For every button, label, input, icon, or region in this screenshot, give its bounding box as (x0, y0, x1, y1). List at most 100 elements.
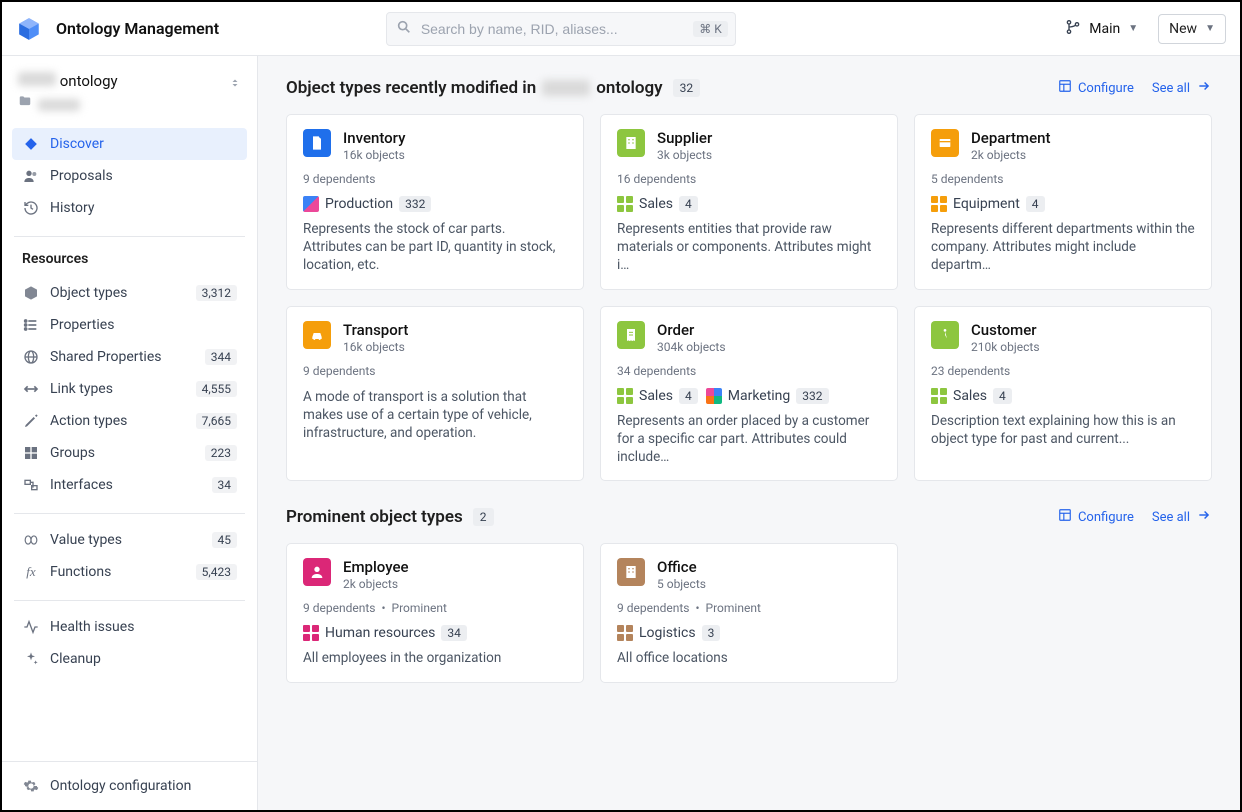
tag[interactable]: Logistics3 (617, 625, 720, 641)
tag-count: 332 (399, 196, 431, 212)
tag[interactable]: Sales 4 (931, 388, 1012, 404)
arrows-icon (22, 380, 40, 398)
gear-icon (22, 777, 40, 795)
tag-label: Logistics (639, 625, 696, 641)
tag[interactable]: Marketing332 (706, 388, 829, 404)
card-title: Inventory (343, 129, 405, 147)
tag[interactable]: Human resources34 (303, 625, 467, 641)
sidebar-item-properties[interactable]: Properties (12, 309, 247, 341)
building-icon (617, 129, 645, 157)
tag-count: 34 (441, 625, 467, 641)
card-subtitle: 2k objects (343, 577, 409, 591)
sidebar-item-ontology-configuration[interactable]: Ontology configuration (12, 770, 247, 802)
tag-icon (706, 388, 722, 404)
sort-icon[interactable] (229, 76, 241, 94)
tag[interactable]: Production 332 (303, 196, 431, 212)
tag-label: Production (325, 196, 393, 212)
sidebar-item-count: 7,665 (196, 413, 237, 429)
sidebar-item-label: Properties (50, 317, 237, 333)
sidebar-section-resources: Resources (2, 241, 257, 271)
sidebar-item-count: 344 (205, 349, 237, 365)
object-card-supplier[interactable]: Supplier 3k objects 16 dependents Sales4… (600, 114, 898, 290)
configure-link-prominent[interactable]: Configure (1058, 508, 1134, 526)
layout-icon (1058, 79, 1072, 97)
document-icon (303, 129, 331, 157)
see-all-link-recent[interactable]: See all (1152, 79, 1212, 97)
interface-icon (22, 476, 40, 494)
tag-icon (303, 196, 319, 212)
arrow-right-icon (1196, 508, 1212, 526)
card-subtitle: 16k objects (343, 148, 405, 162)
sidebar-item-count: 34 (212, 477, 238, 493)
branch-selector[interactable]: Main ▼ (1055, 13, 1148, 45)
sidebar-bottom-label: Ontology configuration (50, 778, 237, 794)
sidebar-item-link-types[interactable]: Link types4,555 (12, 373, 247, 405)
tag-count: 4 (1026, 196, 1045, 212)
card-meta: 9 dependents (303, 172, 567, 186)
card-title: Transport (343, 321, 408, 339)
person-icon (303, 558, 331, 586)
sidebar-item-cleanup[interactable]: Cleanup (12, 643, 247, 675)
object-card-transport[interactable]: Transport 16k objects 9 dependents A mod… (286, 306, 584, 482)
sidebar-item-interfaces[interactable]: Interfaces34 (12, 469, 247, 501)
object-card-customer[interactable]: Customer 210k objects 23 dependents Sale… (914, 306, 1212, 482)
new-button[interactable]: New ▼ (1158, 14, 1226, 44)
sidebar-item-history[interactable]: History (12, 192, 247, 224)
card-meta: 9 dependents (303, 364, 567, 378)
object-card-order[interactable]: Order 304k objects 34 dependents Sales4 M… (600, 306, 898, 482)
see-all-link-prominent[interactable]: See all (1152, 508, 1212, 526)
grid-icon (22, 444, 40, 462)
ontology-suffix: ontology (60, 72, 118, 90)
tag-count: 4 (993, 388, 1012, 404)
card-description: Description text explaining how this is … (931, 412, 1195, 448)
card-description: Represents different departments within … (931, 220, 1195, 275)
redacted-path (38, 99, 80, 111)
sidebar-item-count: 5,423 (196, 564, 237, 580)
card-subtitle: 3k objects (657, 148, 712, 162)
section-recent: Object types recently modified in ontolo… (286, 78, 1212, 481)
sparkle-icon (22, 650, 40, 668)
tag-row: Logistics3 (617, 625, 881, 641)
card-description: Represents an order placed by a customer… (617, 412, 881, 467)
card-meta: 23 dependents (931, 364, 1195, 378)
sidebar-item-functions[interactable]: fx Functions5,423 (12, 556, 247, 588)
sidebar-item-discover[interactable]: Discover (12, 128, 247, 160)
object-card-inventory[interactable]: Inventory 16k objects 9 dependents Produ… (286, 114, 584, 290)
branch-icon (1065, 19, 1081, 39)
globe-icon (22, 348, 40, 366)
users-icon (22, 167, 40, 185)
chevron-down-icon: ▼ (1128, 23, 1138, 34)
sidebar-item-object-types[interactable]: Object types3,312 (12, 277, 247, 309)
tag[interactable]: Sales4 (617, 196, 698, 212)
app-logo (16, 16, 42, 42)
list-icon (22, 316, 40, 334)
sidebar-item-action-types[interactable]: Action types7,665 (12, 405, 247, 437)
tag[interactable]: Equipment4 (931, 196, 1045, 212)
sidebar-item-label: Link types (50, 381, 186, 397)
sidebar-ontology-selector[interactable]: ontology (2, 56, 257, 122)
tag-label: Sales (639, 196, 673, 212)
card-description: Represents the stock of car parts. Attri… (303, 220, 567, 275)
object-card-office[interactable]: Office 5 objects 9 dependents•Prominent … (600, 543, 898, 682)
sidebar-item-groups[interactable]: Groups223 (12, 437, 247, 469)
card-meta: 34 dependents (617, 364, 881, 378)
section-title-prominent: Prominent object types (286, 507, 463, 527)
sidebar-item-label: Groups (50, 445, 195, 461)
tag-label: Sales (953, 388, 987, 404)
tag[interactable]: Sales4 (617, 388, 698, 404)
card-subtitle: 304k objects (657, 340, 726, 354)
function-icon: fx (22, 563, 40, 581)
sidebar-item-proposals[interactable]: Proposals (12, 160, 247, 192)
search-input[interactable] (386, 12, 736, 46)
value-icon (22, 531, 40, 549)
card-title: Order (657, 321, 726, 339)
configure-link-recent[interactable]: Configure (1058, 79, 1134, 97)
sidebar-item-value-types[interactable]: Value types45 (12, 524, 247, 556)
object-card-department[interactable]: Department 2k objects 5 dependents Equip… (914, 114, 1212, 290)
sidebar-item-health-issues[interactable]: Health issues (12, 611, 247, 643)
object-card-employee[interactable]: Employee 2k objects 9 dependents•Promine… (286, 543, 584, 682)
sidebar-item-label: Shared Properties (50, 349, 195, 365)
sidebar-item-shared-properties[interactable]: Shared Properties 344 (12, 341, 247, 373)
chevron-down-icon: ▼ (1205, 23, 1215, 34)
tag-icon (931, 196, 947, 212)
